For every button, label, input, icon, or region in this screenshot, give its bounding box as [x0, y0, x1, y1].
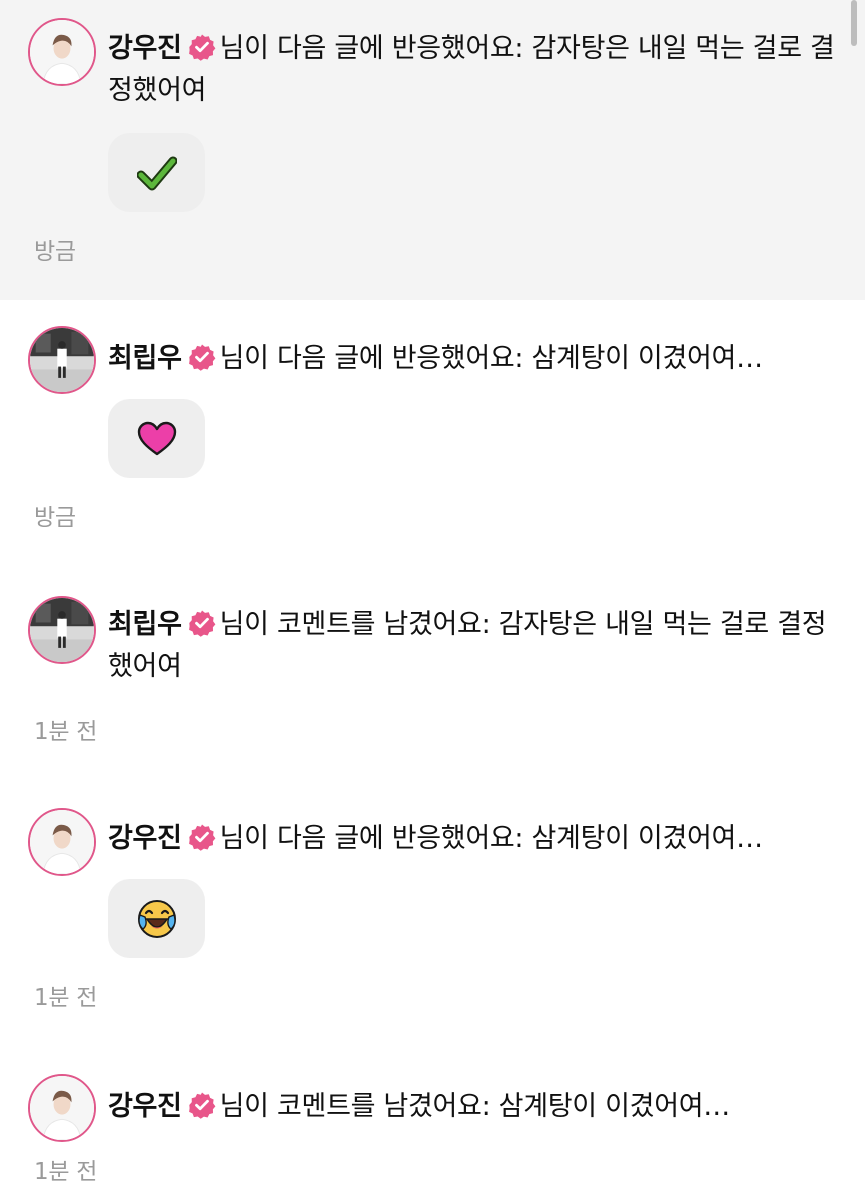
- timestamp: 1분 전: [34, 985, 98, 1011]
- user-name[interactable]: 강우진: [108, 33, 182, 64]
- notification-item[interactable]: 강우진 님이 다음 글에 반응했어요: 삼계탕이 이겼어여… 1분 전: [0, 770, 865, 1050]
- notification-text: 최립우 님이 다음 글에 반응했어요: 삼계탕이 이겼어여…: [108, 338, 838, 380]
- user-name[interactable]: 최립우: [108, 609, 182, 640]
- verified-badge-icon: [188, 823, 216, 851]
- reaction-chip[interactable]: [108, 399, 205, 478]
- notification-feed: 강우진 님이 다음 글에 반응했어요: 감자탕은 내일 먹는 걸로 결정했어여 방…: [0, 0, 865, 1200]
- notification-text: 강우진 님이 코멘트를 남겼어요: 삼계탕이 이겼어여…: [108, 1086, 838, 1128]
- reaction-chip[interactable]: [108, 879, 205, 958]
- notification-item[interactable]: 최립우 님이 다음 글에 반응했어요: 삼계탕이 이겼어여… 방금: [0, 300, 865, 560]
- verified-badge-icon: [188, 343, 216, 371]
- reaction-chip[interactable]: [108, 133, 205, 212]
- notification-item[interactable]: 강우진 님이 다음 글에 반응했어요: 감자탕은 내일 먹는 걸로 결정했어여 방…: [0, 0, 865, 300]
- laughing-crying-face-icon: [137, 899, 176, 938]
- avatar[interactable]: [28, 18, 96, 86]
- timestamp: 1분 전: [34, 1159, 98, 1185]
- notification-message: 님이 다음 글에 반응했어요: 감자탕은 내일 먹는 걸로 결정했어여: [108, 33, 835, 106]
- notification-message: 님이 다음 글에 반응했어요: 삼계탕이 이겼어여…: [219, 343, 763, 374]
- notification-text: 강우진 님이 다음 글에 반응했어요: 삼계탕이 이겼어여…: [108, 818, 838, 860]
- notification-item[interactable]: 최립우 님이 코멘트를 남겼어요: 감자탕은 내일 먹는 걸로 결정했어여 1분 …: [0, 560, 865, 770]
- timestamp: 방금: [34, 505, 76, 531]
- notification-text: 최립우 님이 코멘트를 남겼어요: 감자탕은 내일 먹는 걸로 결정했어여: [108, 604, 838, 688]
- notification-message: 님이 다음 글에 반응했어요: 삼계탕이 이겼어여…: [219, 823, 763, 854]
- notification-message: 님이 코멘트를 남겼어요: 삼계탕이 이겼어여…: [219, 1091, 731, 1122]
- user-name[interactable]: 최립우: [108, 343, 182, 374]
- heart-icon: [137, 421, 176, 455]
- notification-item[interactable]: 강우진 님이 코멘트를 남겼어요: 삼계탕이 이겼어여… 1분 전: [0, 1050, 865, 1200]
- user-name[interactable]: 강우진: [108, 1091, 182, 1122]
- avatar[interactable]: [28, 596, 96, 664]
- avatar[interactable]: [28, 326, 96, 394]
- avatar[interactable]: [28, 1074, 96, 1142]
- timestamp: 1분 전: [34, 719, 98, 745]
- check-mark-icon: [136, 156, 177, 190]
- scrollbar[interactable]: [851, 0, 857, 46]
- verified-badge-icon: [188, 1091, 216, 1119]
- avatar[interactable]: [28, 808, 96, 876]
- timestamp: 방금: [34, 239, 76, 265]
- user-name[interactable]: 강우진: [108, 823, 182, 854]
- notification-text: 강우진 님이 다음 글에 반응했어요: 감자탕은 내일 먹는 걸로 결정했어여: [108, 28, 838, 112]
- verified-badge-icon: [188, 33, 216, 61]
- verified-badge-icon: [188, 609, 216, 637]
- notification-message: 님이 코멘트를 남겼어요: 감자탕은 내일 먹는 걸로 결정했어여: [108, 609, 827, 682]
